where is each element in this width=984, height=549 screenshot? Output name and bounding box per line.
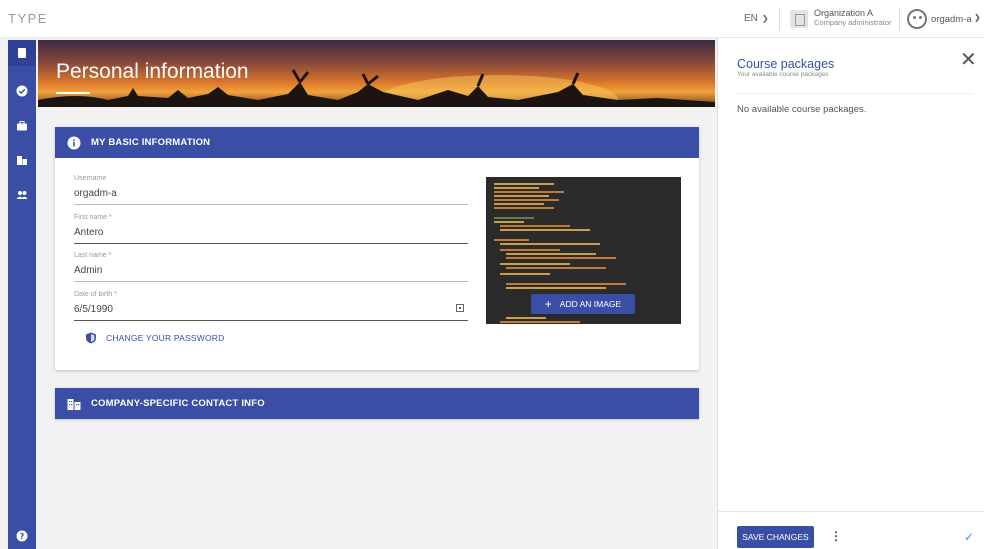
first-name-field[interactable]: First name * Antero	[74, 214, 468, 244]
panel-title: Course packages	[737, 57, 835, 71]
info-icon	[67, 136, 81, 150]
avatar	[907, 9, 927, 29]
basic-info-card: MY BASIC INFORMATION Username orgadm-a F…	[55, 127, 699, 370]
briefcase-icon	[17, 121, 27, 131]
building-icon	[790, 10, 808, 28]
more-options-icon[interactable]: ⋮	[830, 529, 842, 543]
contact-info-card[interactable]: COMPANY-SPECIFIC CONTACT INFO	[55, 388, 699, 419]
nav-item-jobs[interactable]	[8, 113, 36, 139]
chevron-down-icon: ❯	[974, 13, 981, 22]
username-label: Username	[74, 175, 107, 182]
last-name-field[interactable]: Last name * Admin	[74, 252, 468, 282]
date-of-birth-label: Date of birth *	[74, 291, 117, 298]
calendar-icon[interactable]	[456, 304, 464, 312]
contact-info-title: COMPANY-SPECIFIC CONTACT INFO	[91, 398, 265, 409]
plus-icon: +	[544, 297, 552, 311]
date-of-birth-field[interactable]: Date of birth * 6/5/1990	[74, 291, 468, 321]
building-icon	[17, 156, 27, 165]
top-bar: TYPE EN ❯ Organization A Company administ…	[0, 0, 984, 38]
user-name: orgadm-a	[931, 14, 972, 25]
change-password-label: CHANGE YOUR PASSWORD	[106, 333, 225, 343]
check-icon: ✓	[964, 530, 975, 544]
nav-item-courses[interactable]	[8, 40, 36, 66]
basic-info-title: MY BASIC INFORMATION	[91, 137, 211, 148]
people-icon	[16, 191, 28, 199]
help-icon: ?	[16, 530, 28, 542]
app-logo[interactable]: TYPE	[8, 11, 48, 26]
organization-role: Company administrator	[814, 18, 892, 27]
username-field[interactable]: Username orgadm-a	[74, 175, 468, 205]
first-name-label: First name *	[74, 214, 112, 221]
add-image-button[interactable]: + ADD AN IMAGE	[531, 294, 635, 314]
panel-footer: SAVE CHANGES ⋮ ✓	[718, 511, 984, 549]
language-selector[interactable]: EN ❯	[744, 13, 769, 24]
panel-subtitle: Your available course packages	[737, 71, 829, 78]
add-image-label: ADD AN IMAGE	[559, 299, 622, 309]
check-circle-icon	[16, 85, 28, 97]
chevron-down-icon: ❯	[761, 14, 769, 23]
book-icon	[18, 48, 26, 58]
building-icon	[67, 397, 81, 411]
contact-info-header[interactable]: COMPANY-SPECIFIC CONTACT INFO	[55, 388, 699, 419]
nav-item-organization[interactable]	[8, 147, 36, 173]
change-password-link[interactable]: CHANGE YOUR PASSWORD	[85, 332, 224, 344]
nav-item-help[interactable]: ?	[8, 523, 36, 549]
nav-item-users[interactable]	[8, 182, 36, 208]
save-changes-button[interactable]: SAVE CHANGES	[737, 526, 814, 548]
shield-icon	[86, 332, 96, 344]
svg-text:?: ?	[20, 532, 25, 541]
divider	[899, 8, 900, 30]
divider	[779, 8, 780, 30]
page-title: Personal information	[56, 60, 249, 83]
profile-image: + ADD AN IMAGE	[486, 177, 681, 324]
organization-name: Organization A	[814, 8, 874, 18]
basic-info-header: MY BASIC INFORMATION	[55, 127, 699, 158]
divider	[737, 93, 973, 94]
course-packages-panel: Course packages Your available course pa…	[717, 38, 984, 549]
nav-item-completed[interactable]	[8, 78, 36, 104]
language-label: EN	[744, 13, 758, 24]
close-icon[interactable]: ✕	[960, 50, 977, 70]
last-name-label: Last name *	[74, 252, 112, 259]
title-underline	[56, 92, 90, 94]
first-name-value: Antero	[74, 227, 104, 238]
empty-message: No available course packages.	[737, 104, 867, 115]
left-sidebar: ?	[8, 40, 36, 549]
date-of-birth-value: 6/5/1990	[74, 304, 113, 315]
last-name-value: Admin	[74, 265, 103, 276]
username-value: orgadm-a	[74, 188, 117, 199]
